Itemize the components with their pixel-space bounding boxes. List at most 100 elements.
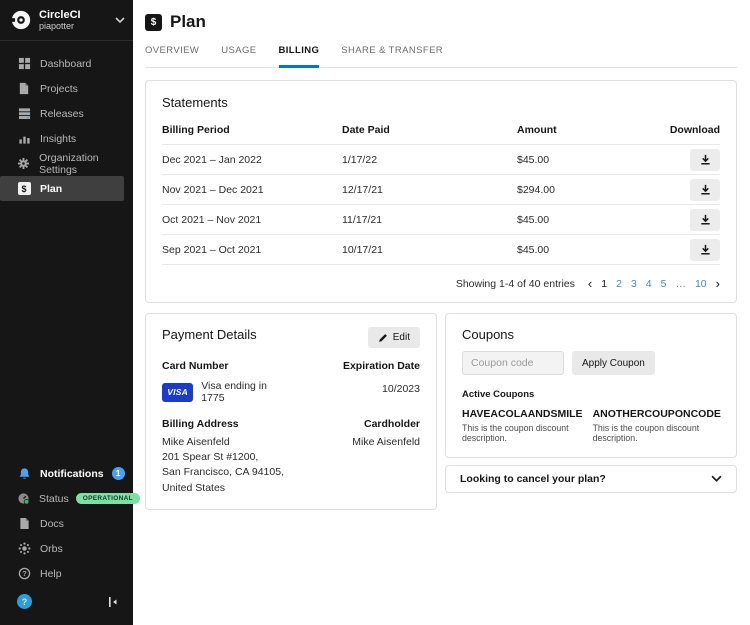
status-gauge-icon [17, 492, 30, 506]
page-number-2[interactable]: 2 [616, 278, 622, 290]
dollar-square-icon: $ [145, 13, 162, 31]
edit-payment-button[interactable]: Edit [367, 327, 420, 348]
sidebar-bottom: Notifications 1 Status OPERATIONAL Docs … [0, 461, 140, 625]
cardholder-value: Mike Aisenfeld [352, 436, 420, 448]
gear-icon [17, 157, 30, 171]
sidebar-item-organization-settings[interactable]: Organization Settings [0, 151, 133, 176]
payment-details-title: Payment Details [162, 327, 257, 342]
coupon-code: ANOTHERCOUPONCODE [592, 408, 721, 420]
payment-details-card: Payment Details Edit Card Number Expirat… [145, 313, 437, 510]
sidebar-footer: ? [0, 586, 133, 621]
tab-overview[interactable]: OVERVIEW [145, 45, 199, 67]
sidebar-item-label: Releases [40, 107, 84, 120]
page-header: $ Plan [145, 12, 737, 32]
circleci-logo-icon [10, 10, 31, 30]
sidebar-item-label: Status [39, 492, 69, 505]
date-paid-cell: 1/17/22 [342, 153, 378, 166]
page-ellipsis: … [675, 277, 686, 290]
billing-address-label: Billing Address [162, 418, 239, 430]
download-statement-button[interactable] [690, 238, 720, 261]
releases-icon [17, 107, 31, 121]
page-number-1[interactable]: 1 [601, 278, 607, 290]
org-subtitle: piapotter [39, 21, 75, 32]
sidebar-item-insights[interactable]: Insights [0, 126, 133, 151]
column-amount: Amount [517, 124, 557, 136]
collapse-sidebar-icon[interactable] [107, 596, 119, 608]
card-number-label: Card Number [162, 360, 229, 372]
column-download: Download [669, 124, 720, 136]
statements-card: Statements Billing Period Date Paid Amou… [145, 80, 737, 303]
dollar-icon: $ [17, 182, 31, 196]
pencil-icon [378, 333, 387, 342]
expiration-date-value: 10/2023 [382, 383, 420, 395]
tab-billing[interactable]: BILLING [278, 45, 320, 68]
sidebar-item-plan[interactable]: $ Plan [0, 176, 124, 201]
sidebar-item-label: Notifications [40, 467, 104, 480]
page-number-4[interactable]: 4 [646, 278, 652, 290]
billing-period-cell: Dec 2021 – Jan 2022 [162, 153, 262, 166]
help-widget-button[interactable]: ? [17, 594, 32, 609]
address-line-2: 201 Spear St #1200, [162, 451, 259, 464]
tab-usage[interactable]: USAGE [221, 45, 256, 67]
next-page-icon[interactable]: › [716, 277, 720, 290]
column-date-paid: Date Paid [342, 124, 390, 136]
sidebar-item-label: Orbs [40, 542, 63, 555]
statements-table-header: Billing Period Date Paid Amount Download [162, 124, 720, 144]
list-item: HAVEACOLAANDSMILE This is the coupon dis… [462, 408, 583, 443]
table-row: Sep 2021 – Oct 2021 10/17/21 $45.00 [162, 234, 720, 264]
date-paid-cell: 12/17/21 [342, 183, 383, 196]
card-ending-text: Visa ending in 1775 [201, 380, 267, 404]
notifications-count-badge: 1 [111, 467, 125, 480]
org-switcher[interactable]: CircleCI piapotter [0, 0, 133, 41]
projects-icon [17, 82, 31, 96]
sidebar-item-label: Help [40, 567, 62, 580]
download-statement-button[interactable] [690, 178, 720, 201]
coupons-title: Coupons [462, 327, 515, 342]
page-number-3[interactable]: 3 [631, 278, 637, 290]
coupons-card: Coupons Apply Coupon Active Coupons HAVE… [445, 313, 737, 458]
plan-tabs: OVERVIEW USAGE BILLING SHARE & TRANSFER [145, 45, 737, 68]
tab-share-transfer[interactable]: SHARE & TRANSFER [341, 45, 443, 67]
download-statement-button[interactable] [690, 208, 720, 231]
sidebar-item-status[interactable]: Status OPERATIONAL [0, 486, 140, 511]
table-row: Dec 2021 – Jan 2022 1/17/22 $45.00 [162, 144, 720, 174]
statements-title: Statements [162, 95, 228, 110]
column-billing-period: Billing Period [162, 124, 230, 136]
svg-text:?: ? [22, 569, 27, 578]
sidebar-item-docs[interactable]: Docs [0, 511, 133, 536]
active-coupons-label: Active Coupons [462, 389, 535, 400]
sidebar-item-help[interactable]: ? Help [0, 561, 133, 586]
billing-period-cell: Oct 2021 – Nov 2021 [162, 213, 262, 226]
previous-page-icon[interactable]: ‹ [588, 277, 592, 290]
cancel-plan-expander[interactable]: Looking to cancel your plan? [445, 465, 737, 493]
sidebar-item-label: Dashboard [40, 57, 92, 70]
main-content: $ Plan OVERVIEW USAGE BILLING SHARE & TR… [133, 0, 750, 625]
org-names: CircleCI piapotter [39, 9, 115, 32]
download-statement-button[interactable] [690, 148, 720, 171]
sidebar-item-releases[interactable]: Releases [0, 101, 133, 126]
sidebar-item-orbs[interactable]: Orbs [0, 536, 133, 561]
sidebar-item-label: Insights [40, 132, 77, 145]
right-column: Coupons Apply Coupon Active Coupons HAVE… [445, 313, 737, 510]
apply-coupon-button[interactable]: Apply Coupon [572, 351, 655, 375]
visa-badge: VISA [162, 382, 194, 402]
download-icon [700, 184, 710, 195]
coupon-description: This is the coupon discount description. [592, 423, 700, 443]
coupon-code-input[interactable] [462, 351, 564, 375]
sidebar-item-label: Projects [40, 82, 78, 95]
amount-cell: $294.00 [517, 183, 555, 196]
sidebar-item-notifications[interactable]: Notifications 1 [0, 461, 133, 486]
insights-icon [17, 132, 31, 146]
billing-address-value: Mike Aisenfeld 201 Spear St #1200, San F… [162, 435, 291, 496]
table-row: Oct 2021 – Nov 2021 11/17/21 $45.00 [162, 204, 720, 234]
page-number-10[interactable]: 10 [695, 278, 707, 290]
amount-cell: $45.00 [517, 213, 550, 226]
billing-period-cell: Sep 2021 – Oct 2021 [162, 243, 262, 256]
address-line-1: Mike Aisenfeld [162, 436, 230, 448]
cancel-plan-label: Looking to cancel your plan? [460, 473, 606, 485]
page-title: Plan [170, 12, 206, 31]
page-number-5[interactable]: 5 [661, 278, 667, 290]
sidebar-item-dashboard[interactable]: Dashboard [0, 51, 133, 76]
date-paid-cell: 11/17/21 [342, 213, 383, 226]
sidebar-item-projects[interactable]: Projects [0, 76, 133, 101]
